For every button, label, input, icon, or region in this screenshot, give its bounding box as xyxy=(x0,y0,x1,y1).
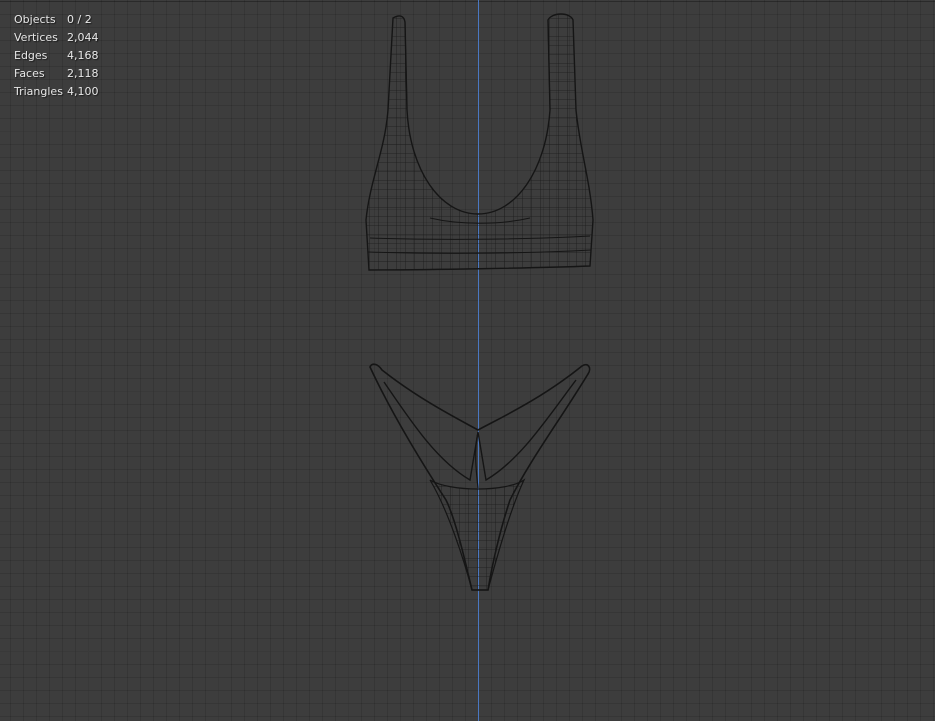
stat-row-objects: Objects 0 / 2 xyxy=(14,11,99,29)
stat-value: 2,044 xyxy=(67,31,99,44)
bikini-bottom-mesh[interactable] xyxy=(369,363,591,591)
stat-row-edges: Edges 4,168 xyxy=(14,47,99,65)
stat-value: 4,168 xyxy=(67,49,99,62)
stat-value: 0 / 2 xyxy=(67,13,92,26)
3d-viewport[interactable]: Objects 0 / 2 Vertices 2,044 Edges 4,168… xyxy=(0,0,935,721)
stat-row-faces: Faces 2,118 xyxy=(14,65,99,83)
bikini-top-mesh[interactable] xyxy=(365,13,594,271)
scene-statistics-overlay: Objects 0 / 2 Vertices 2,044 Edges 4,168… xyxy=(14,11,99,101)
stat-row-triangles: Triangles 4,100 xyxy=(14,83,99,101)
stat-label: Triangles xyxy=(14,85,63,98)
stat-label: Faces xyxy=(14,67,45,80)
mesh-canvas xyxy=(365,13,594,591)
stat-label: Vertices xyxy=(14,31,58,44)
stat-label: Edges xyxy=(14,49,48,62)
stat-label: Objects xyxy=(14,13,56,26)
stat-value: 2,118 xyxy=(67,67,99,80)
stat-value: 4,100 xyxy=(67,85,99,98)
stat-row-vertices: Vertices 2,044 xyxy=(14,29,99,47)
